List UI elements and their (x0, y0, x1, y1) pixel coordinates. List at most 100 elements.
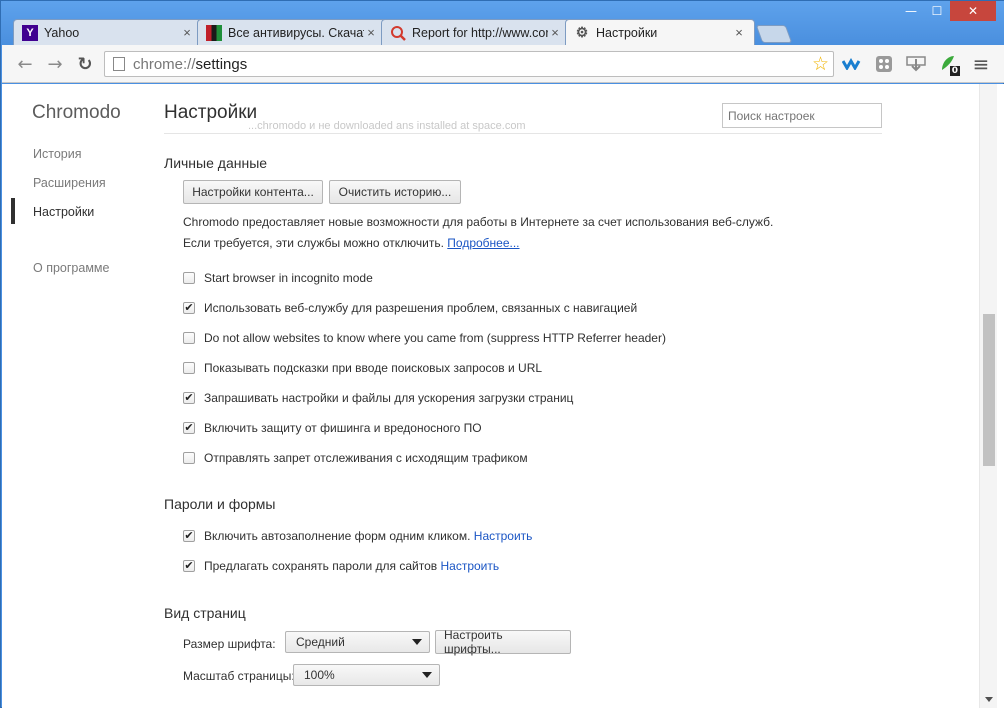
tab-antivirus[interactable]: Все антивирусы. Скачать × (197, 19, 387, 45)
privacy-option-row[interactable]: ✔ Запрашивать настройки и файлы для ускор… (183, 390, 573, 406)
privacy-option-row[interactable]: ✔ Включить защиту от фишинга и вредоносно… (183, 420, 482, 436)
privacy-option-row[interactable]: Start browser in incognito mode (183, 270, 373, 286)
privacy-option-label: Использовать веб-службу для разрешения п… (204, 301, 638, 315)
privacy-option-row[interactable]: ✔ Использовать веб-службу для разрешения … (183, 300, 637, 316)
tab-close-icon[interactable]: × (180, 25, 194, 40)
save-passwords-row[interactable]: ✔ Предлагать сохранять пароли для сайтов… (183, 558, 499, 574)
tab-title: Настройки (596, 25, 658, 40)
page-title: Настройки (164, 102, 258, 123)
passwords-heading: Пароли и формы (164, 496, 276, 512)
content-settings-button[interactable]: Настройки контента... (183, 180, 323, 204)
close-window-button[interactable]: ✕ (950, 1, 996, 21)
checkbox-unchecked[interactable] (183, 272, 195, 284)
passwords-settings-link[interactable]: Настроить (440, 559, 499, 573)
page-icon (113, 57, 125, 71)
privacy-description: Chromodo предоставляет новые возможности… (183, 215, 774, 229)
save-passwords-label: Предлагать сохранять пароли для сайтов (204, 559, 438, 573)
tab-yahoo[interactable]: Y Yahoo × (13, 19, 203, 45)
privacy-heading: Личные данные (164, 155, 268, 171)
chevron-down-icon (422, 672, 432, 678)
autofill-row[interactable]: ✔ Включить автозаполнение форм одним кли… (183, 528, 532, 544)
autofill-checkbox[interactable]: ✔ (183, 530, 195, 542)
minimize-button[interactable]: — (898, 1, 924, 21)
font-size-value: Средний (296, 635, 345, 649)
privacy-option-row[interactable]: Показывать подсказки при вводе поисковых… (183, 360, 542, 376)
autofill-settings-link[interactable]: Настроить (474, 529, 533, 543)
zoom-label: Масштаб страницы: (183, 669, 295, 683)
brand-title: Chromodo (32, 102, 121, 123)
scrolled-under-text: ...chromodo и не downloaded ans installe… (248, 120, 526, 132)
bookmark-star-icon[interactable]: ☆ (812, 54, 829, 74)
privacy-option-row[interactable]: Do not allow websites to know where you … (183, 330, 666, 346)
maximize-button[interactable]: ☐ (924, 1, 950, 21)
tab-report[interactable]: Report for http://www.cor × (381, 19, 571, 45)
font-size-select[interactable]: Средний (285, 631, 430, 653)
window-controls: — ☐ ✕ (898, 1, 996, 21)
tab-title: Все антивирусы. Скачать (228, 25, 364, 40)
checkbox-checked[interactable]: ✔ (183, 422, 195, 434)
page-zoom-value: 100% (304, 668, 335, 682)
privacy-option-label: Запрашивать настройки и файлы для ускоре… (204, 391, 574, 405)
checkbox-checked[interactable]: ✔ (183, 392, 195, 404)
settings-page: Chromodo История Расширения Настройки О … (2, 84, 1004, 708)
browser-window: — ☐ ✕ Y Yahoo × Все антивирусы. Скачать … (0, 0, 1004, 708)
checkbox-unchecked[interactable] (183, 332, 195, 344)
reload-button[interactable]: ↻ (74, 53, 96, 75)
wave-extension-icon[interactable] (842, 54, 862, 74)
tab-title: Yahoo (44, 25, 80, 40)
privacy-option-label: Показывать подсказки при вводе поисковых… (204, 361, 543, 375)
privacy-option-row[interactable]: Отправлять запрет отслеживания с исходящ… (183, 450, 528, 466)
tab-close-icon[interactable]: × (732, 25, 746, 40)
privacy-option-label: Включить защиту от фишинга и вредоносног… (204, 421, 482, 435)
address-bar[interactable]: chrome://settings ☆ (104, 51, 834, 77)
title-bar: — ☐ ✕ Y Yahoo × Все антивирусы. Скачать … (1, 1, 1004, 45)
settings-search-input[interactable] (722, 103, 882, 128)
green-extension-icon[interactable]: 0 (938, 54, 960, 76)
scroll-down-arrow-icon[interactable] (985, 697, 993, 702)
clear-history-button[interactable]: Очистить историю... (329, 180, 461, 204)
web-content-heading: Вид страниц (164, 605, 246, 621)
url-text: chrome://settings (133, 55, 248, 73)
tab-close-icon[interactable]: × (364, 25, 378, 40)
gear-icon: ⚙ (575, 24, 589, 40)
page-zoom-select[interactable]: 100% (293, 664, 440, 686)
customize-fonts-button[interactable]: Настроить шрифты... (435, 628, 571, 656)
tab-settings[interactable]: ⚙ Настройки × (565, 19, 755, 45)
privacy-description-2: Если требуется, эти службы можно отключи… (183, 236, 520, 250)
sidebar: Chromodo История Расширения Настройки О … (2, 84, 152, 708)
page-scrollbar[interactable] (979, 84, 997, 708)
checkbox-unchecked[interactable] (183, 362, 195, 374)
title-divider (164, 133, 882, 134)
extension-badge: 0 (949, 66, 960, 76)
settings-main: ...chromodo и не downloaded ans installe… (164, 84, 884, 708)
yahoo-icon: Y (22, 24, 38, 41)
learn-more-link[interactable]: Подробнее... (447, 236, 519, 250)
privacy-option-label: Do not allow websites to know where you … (204, 331, 666, 345)
sidebar-selected-marker (11, 198, 15, 224)
flag-icon (206, 24, 222, 41)
scrollbar-thumb[interactable] (983, 314, 995, 466)
toolbar: ← → ↻ chrome://settings ☆ 0 ≡ (2, 45, 1004, 83)
chevron-down-icon (412, 639, 422, 645)
sidebar-item-history[interactable]: История (33, 147, 81, 161)
back-button[interactable]: ← (14, 53, 36, 75)
forward-button[interactable]: → (44, 53, 66, 75)
tab-strip: Y Yahoo × Все антивирусы. Скачать × Repo… (13, 19, 793, 45)
apps-extension-icon[interactable] (874, 54, 894, 74)
privacy-option-label: Start browser in incognito mode (204, 271, 373, 285)
save-passwords-checkbox[interactable]: ✔ (183, 560, 195, 572)
checkbox-checked[interactable]: ✔ (183, 302, 195, 314)
report-icon (390, 25, 406, 41)
autofill-label: Включить автозаполнение форм одним клико… (204, 529, 471, 543)
tab-close-icon[interactable]: × (548, 25, 562, 40)
privacy-option-label: Отправлять запрет отслеживания с исходящ… (204, 451, 528, 465)
tab-title: Report for http://www.cor (412, 25, 548, 40)
new-tab-button[interactable] (755, 25, 793, 43)
sidebar-item-about[interactable]: О программе (33, 261, 109, 275)
checkbox-unchecked[interactable] (183, 452, 195, 464)
menu-button[interactable]: ≡ (970, 52, 992, 76)
font-size-label: Размер шрифта: (183, 637, 276, 651)
sidebar-item-extensions[interactable]: Расширения (33, 176, 106, 190)
sidebar-item-settings[interactable]: Настройки (33, 205, 94, 219)
download-extension-icon[interactable] (906, 54, 926, 74)
